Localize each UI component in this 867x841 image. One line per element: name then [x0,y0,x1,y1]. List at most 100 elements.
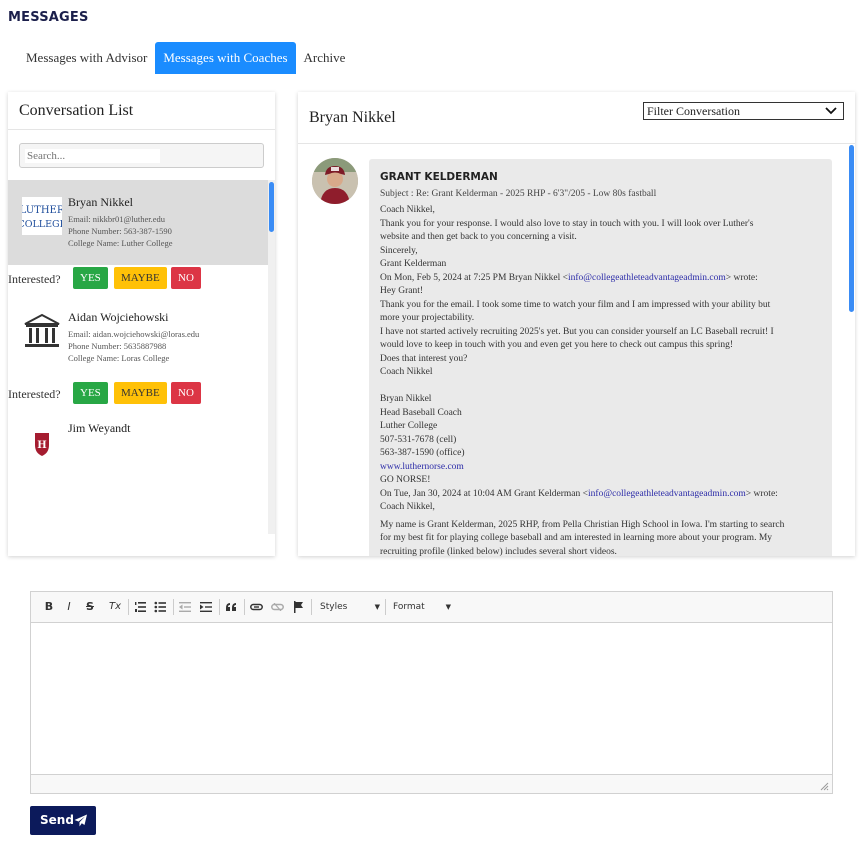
dropdown-arrow-icon: ▼ [374,603,380,611]
styles-dropdown[interactable]: Styles ▼ [320,598,380,616]
harvard-shield-icon: H [35,433,49,456]
message-line: Coach Nikkel, [380,502,435,512]
conversation-title: Bryan Nikkel [309,109,396,126]
email-link[interactable]: info@collegeathleteadvantageadmin.com [588,489,746,499]
message-line: Thank you for the email. I took some tim… [380,299,771,310]
conversation-name: Jim Weyandt [68,421,131,435]
filter-conversation-select[interactable]: Filter Conversation [643,102,844,120]
strikethrough-button[interactable]: S [81,598,99,616]
interest-row: Interested? YES MAYBE NO [8,380,275,410]
message-line: Thank you for your response. I would als… [380,218,754,229]
message-line: would love to keep in touch with you and… [380,340,734,350]
editor-text-area[interactable] [31,623,832,774]
conversation-item-bryan-nikkel[interactable]: LUTHER COLLEGE Bryan Nikkel Email: nikkb… [8,180,275,265]
conversation-email: Email: aidan.wojciehowski@loras.edu [68,329,200,339]
conversation-panel: Bryan Nikkel Filter Conversation GRANT K… [298,92,855,556]
message-line: 507-531-7678 (cell) [380,434,457,445]
message-line: My name is Grant Kelderman, 2025 RHP, fr… [380,519,785,530]
svg-text:COLLEGE: COLLEGE [22,219,62,230]
increase-indent-button[interactable] [197,598,215,616]
message-line: Hey Grant! [380,286,423,296]
search-input[interactable] [25,149,160,163]
tab-archive[interactable]: Archive [296,42,354,74]
link-button[interactable] [247,598,265,616]
page-title: MESSAGES [8,10,89,25]
message-line: Bryan Nikkel [380,394,432,404]
remove-format-button[interactable]: Tx [106,598,124,616]
format-dropdown-label: Format [393,602,425,612]
paper-plane-icon [74,814,87,827]
conversation-list-title: Conversation List [8,92,275,130]
message-line: Sincerely, [380,245,418,256]
message-line: Head Baseball Coach [380,407,462,418]
conversation-item-jim-weyandt[interactable]: H Jim Weyandt [8,410,275,495]
unlink-icon [270,602,284,612]
svg-text:LUTHER: LUTHER [22,205,62,216]
message-subject: Subject : Re: Grant Kelderman - 2025 RHP… [380,189,657,199]
send-button[interactable]: Send [30,806,96,835]
numbered-list-icon [135,602,146,612]
interested-label: Interested? [8,387,61,401]
message-line: I have not started actively recruiting 2… [380,326,774,337]
search-box [19,143,264,168]
sender-avatar [312,158,358,204]
italic-button[interactable]: I [60,598,78,616]
editor-toolbar: B I S Tx Styles ▼ Format ▼ [31,592,832,623]
interested-label: Interested? [8,272,61,286]
interested-yes-button[interactable]: YES [73,267,108,289]
message-line: Luther College [380,421,438,431]
interested-no-button[interactable]: NO [171,267,201,289]
bold-button[interactable]: B [40,598,58,616]
resize-grip-icon[interactable] [820,782,829,791]
send-button-label: Send [40,813,74,827]
tab-bar: Messages with Advisor Messages with Coac… [18,42,353,74]
interested-maybe-button[interactable]: MAYBE [114,382,167,404]
message-thread: GRANT KELDERMAN Subject : Re: Grant Keld… [298,144,855,556]
interest-row: Interested? YES MAYBE NO [8,265,275,295]
conversation-list-scroll-thumb[interactable] [269,182,274,232]
conversation-list-panel: Conversation List LUTHER COLLEGE Bryan N… [8,92,275,556]
message-line: recruiting profile (linked below) includ… [380,546,617,557]
building-icon [24,313,60,347]
bulleted-list-button[interactable] [151,598,169,616]
message-line: for my best fit for playing college base… [380,533,773,543]
conversation-item-aidan-wojciehowski[interactable]: Aidan Wojciehowski Email: aidan.wojcieho… [8,295,275,380]
tab-messages-with-coaches[interactable]: Messages with Coaches [155,42,296,74]
numbered-list-button[interactable] [131,598,149,616]
filter-conversation-label: Filter Conversation [647,104,740,118]
message-line: Coach Nikkel, [380,205,435,215]
bulleted-list-icon [154,601,166,613]
message-line: website and then get back to you concern… [380,232,577,242]
quote-header: On Tue, Jan 30, 2024 at 10:04 AM Grant K… [380,488,778,499]
message-line: Grant Kelderman [380,259,447,269]
conversation-college: College Name: Loras College [68,353,170,363]
tab-messages-with-advisor[interactable]: Messages with Advisor [18,42,155,74]
quote-icon [226,603,236,611]
format-dropdown[interactable]: Format ▼ [393,598,451,616]
link-icon [249,603,263,611]
flag-icon [293,601,303,613]
conversation-email: Email: nikkbr01@luther.edu [68,214,166,224]
conversation-phone: Phone Number: 5635887988 [68,341,167,351]
email-link[interactable]: info@collegeathleteadvantageadmin.com [568,273,726,283]
interested-maybe-button[interactable]: MAYBE [114,267,167,289]
message-thread-scroll-thumb[interactable] [849,145,854,312]
conversation-college: College Name: Luther College [68,238,173,248]
anchor-button[interactable] [289,598,307,616]
message-line: Coach Nikkel [380,367,433,377]
chevron-down-icon [825,107,837,115]
interested-yes-button[interactable]: YES [73,382,108,404]
interested-no-button[interactable]: NO [171,382,201,404]
unlink-button[interactable] [268,598,286,616]
blockquote-button[interactable] [222,598,240,616]
website-link[interactable]: www.luthernorse.com [380,461,821,475]
message-line: GO NORSE! [380,475,431,485]
dropdown-arrow-icon: ▼ [445,603,451,611]
quote-header: On Mon, Feb 5, 2024 at 7:25 PM Bryan Nik… [380,272,758,283]
message-bubble: GRANT KELDERMAN Subject : Re: Grant Keld… [369,159,832,556]
message-sender: GRANT KELDERMAN [380,171,498,183]
conversation-list-scrollbar[interactable] [268,180,275,534]
decrease-indent-button[interactable] [176,598,194,616]
conversation-name: Aidan Wojciehowski [68,310,169,324]
